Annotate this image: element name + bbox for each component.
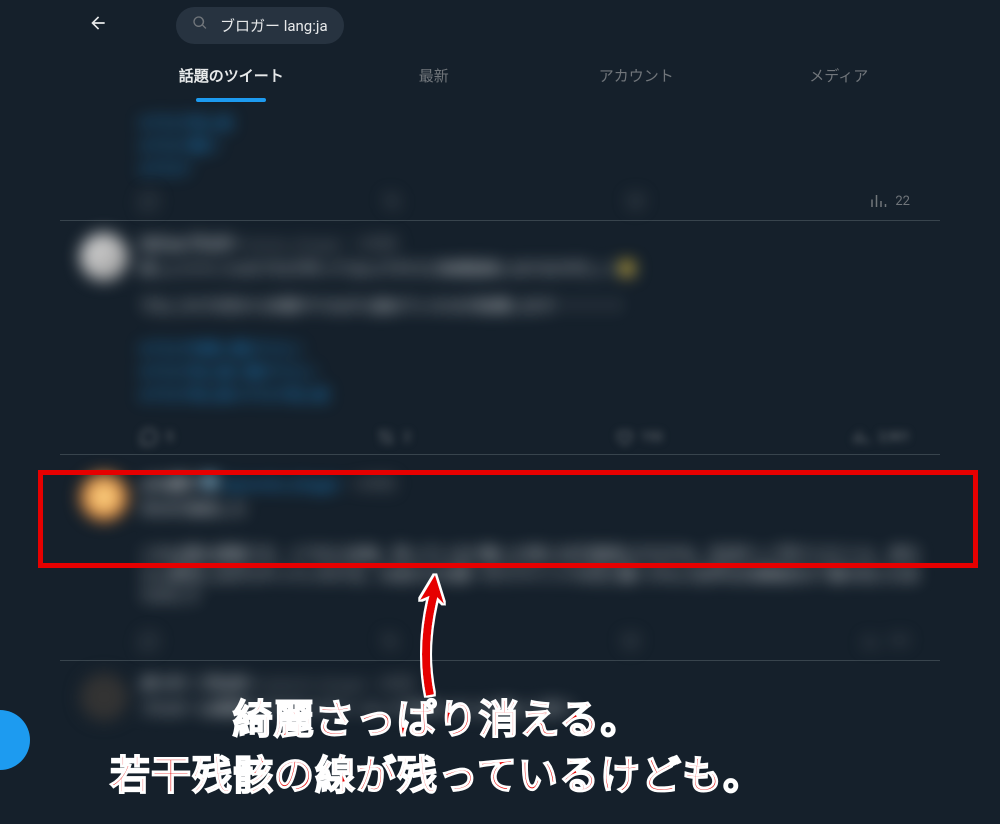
reply-button[interactable] <box>140 632 381 650</box>
hashtag[interactable]: #ブログ書け <box>140 136 940 156</box>
like-count: 153 <box>641 430 663 445</box>
retweet-button[interactable] <box>383 192 626 210</box>
search-bar[interactable]: ブロガー lang:ja <box>176 7 344 44</box>
like-button[interactable] <box>621 632 862 650</box>
tweet[interactable]: よも周り💎 @yomohu_blogger · 18時間 月20万達成した これ… <box>60 455 940 622</box>
tabs-bar: 話題のツイート 最新 アカウント メディア <box>0 50 1000 100</box>
tweet[interactable]: ダイチ｜ブロガー @daichi_blogger · 6時間 ブロガーは重要なマ… <box>60 661 940 735</box>
reply-button[interactable] <box>140 192 383 210</box>
hashtag[interactable]: #ブログ初心者 <box>140 113 940 133</box>
views-button[interactable]: 22 <box>869 192 910 210</box>
tweet-actions: 5 2 153 2,901 <box>60 420 940 454</box>
views-button[interactable]: 141 <box>862 632 910 650</box>
tab-accounts[interactable]: アカウント <box>535 51 738 100</box>
avatar[interactable] <box>80 233 128 281</box>
tab-top[interactable]: 話題のツイート <box>130 51 333 100</box>
retweet-icon <box>377 428 395 446</box>
views-icon <box>869 192 887 210</box>
avatar[interactable] <box>80 673 128 721</box>
tweet-actions: 141 <box>60 622 940 660</box>
hashtag[interactable]: #ブログ <box>140 159 940 179</box>
search-icon <box>192 15 208 35</box>
search-query: ブロガー lang:ja <box>220 15 328 36</box>
tweet-actions: 22 <box>60 182 940 220</box>
retweet-button[interactable]: 2 <box>377 428 614 446</box>
like-button[interactable]: 153 <box>615 428 852 446</box>
like-button[interactable] <box>626 192 869 210</box>
avatar[interactable] <box>80 473 128 521</box>
reply-count: 5 <box>166 430 173 445</box>
views-count: 22 <box>895 194 910 209</box>
like-icon <box>615 428 633 446</box>
views-count: 2,901 <box>878 430 910 445</box>
tweet[interactable]: なちゅブロガー @natu_blogger · 19時間 新しいジャンルのブログ… <box>60 221 940 420</box>
tab-media[interactable]: メディア <box>738 51 941 100</box>
reply-icon <box>140 428 158 446</box>
views-icon <box>852 428 870 446</box>
retweet-count: 2 <box>403 430 410 445</box>
tab-latest[interactable]: 最新 <box>333 51 536 100</box>
retweet-button[interactable] <box>381 632 622 650</box>
reply-button[interactable]: 5 <box>140 428 377 446</box>
back-button[interactable] <box>80 5 116 46</box>
views-button[interactable]: 2,901 <box>852 428 910 446</box>
